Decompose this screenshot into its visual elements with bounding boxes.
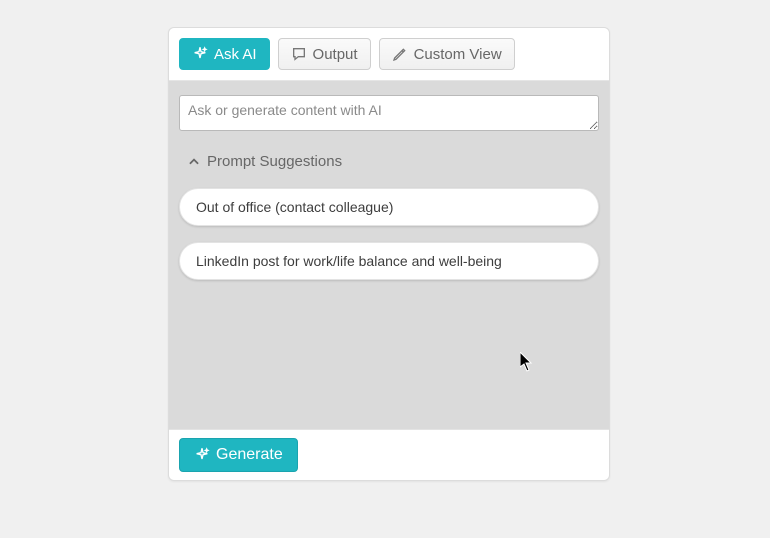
tab-output[interactable]: Output: [278, 38, 371, 70]
tab-output-label: Output: [313, 46, 358, 63]
tab-custom-view-label: Custom View: [414, 46, 502, 63]
prompt-suggestions-toggle[interactable]: Prompt Suggestions: [187, 153, 599, 170]
footer-bar: Generate: [169, 429, 609, 480]
suggestion-item[interactable]: Out of office (contact colleague): [179, 188, 599, 226]
tab-ask-ai[interactable]: Ask AI: [179, 38, 270, 70]
generate-button[interactable]: Generate: [179, 438, 298, 472]
chevron-up-icon: [187, 155, 201, 169]
tab-ask-ai-label: Ask AI: [214, 46, 257, 63]
suggestion-list: Out of office (contact colleague) Linked…: [179, 188, 599, 280]
pencil-icon: [392, 46, 408, 62]
prompt-input[interactable]: [179, 95, 599, 131]
suggestion-text: LinkedIn post for work/life balance and …: [196, 253, 502, 269]
chat-icon: [291, 46, 307, 62]
generate-button-label: Generate: [216, 446, 283, 464]
prompt-suggestions-label: Prompt Suggestions: [207, 153, 342, 170]
sparkle-icon: [192, 46, 208, 62]
tab-custom-view[interactable]: Custom View: [379, 38, 515, 70]
suggestion-item[interactable]: LinkedIn post for work/life balance and …: [179, 242, 599, 280]
content-area: Prompt Suggestions Out of office (contac…: [169, 81, 609, 429]
suggestion-text: Out of office (contact colleague): [196, 199, 393, 215]
ai-panel: Ask AI Output Custom View: [168, 27, 610, 481]
sparkle-icon: [194, 447, 210, 463]
tabs-row: Ask AI Output Custom View: [169, 28, 609, 81]
